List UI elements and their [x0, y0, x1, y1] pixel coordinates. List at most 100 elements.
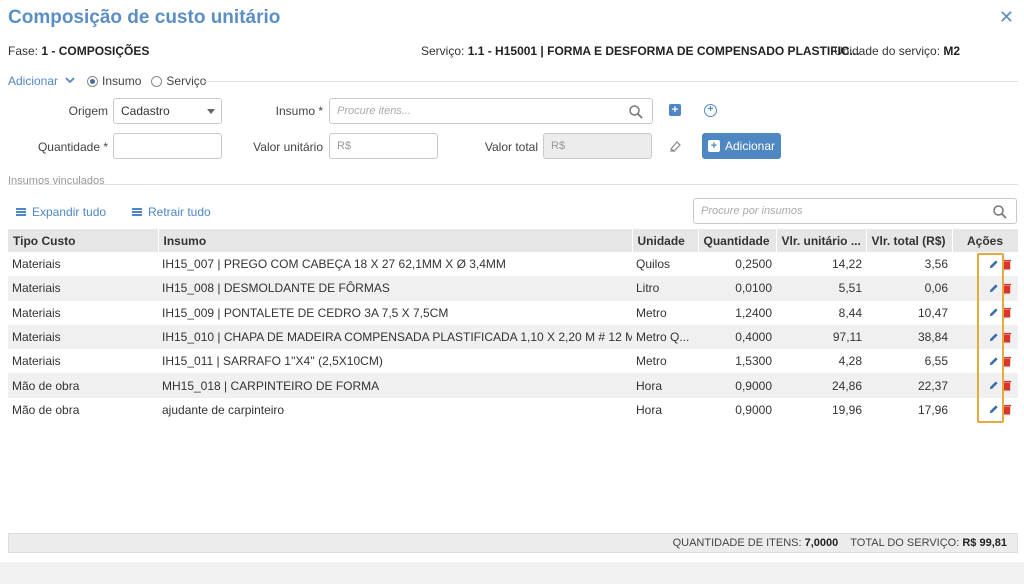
- add-insumo-icon[interactable]: +: [669, 104, 681, 116]
- unidade-value: M2: [943, 44, 961, 58]
- cell-vlr-total: 17,96: [917, 402, 948, 417]
- cell-unidade: Metro Q...: [632, 324, 698, 350]
- cell-insumo: IH15_007 | PREGO COM CABEÇA 18 X 27 62,1…: [162, 257, 506, 272]
- fase-value: 1 - COMPOSIÇÕES: [41, 44, 150, 58]
- search-icon: [993, 205, 1007, 219]
- edit-icon[interactable]: [988, 380, 999, 391]
- table-row[interactable]: Mão de obra ajudante de carpinteiro Hora 0,…: [8, 398, 1018, 422]
- cell-vlr-total: 22,37: [866, 373, 952, 398]
- cell-vlr-unitario: 24,86: [776, 373, 866, 398]
- fase-info: Fase: 1 - COMPOSIÇÕES: [8, 44, 149, 58]
- edit-icon[interactable]: [988, 356, 999, 367]
- cell-acoes: [952, 373, 1018, 398]
- cell-acoes: [952, 349, 1018, 373]
- plus-icon: +: [707, 140, 720, 152]
- cell-tipo-custo: Materiais: [12, 354, 61, 369]
- quantidade-input[interactable]: [113, 133, 222, 159]
- total-value: R$ 99,81: [962, 537, 1007, 549]
- cell-vlr-total: 10,47: [917, 305, 948, 320]
- zoom-add-icon[interactable]: +: [704, 104, 717, 117]
- delete-icon[interactable]: [1002, 332, 1012, 343]
- delete-icon[interactable]: [1002, 283, 1012, 294]
- cell-insumo: MH15_018 | CARPINTEIRO DE FORMA: [158, 373, 632, 398]
- cell-tipo-custo: Materiais: [12, 305, 61, 320]
- delete-icon[interactable]: [1002, 307, 1012, 318]
- section-title: Insumos vinculados: [8, 175, 105, 187]
- origem-value: Cadastro: [121, 104, 170, 118]
- insumos-search-input[interactable]: Procure por insumos: [693, 198, 1017, 224]
- collapse-label: Retrair tudo: [148, 205, 211, 219]
- table-row[interactable]: Materiais IH15_011 | SARRAFO 1''X4'' (2,5…: [8, 349, 1018, 373]
- col-tipo-custo[interactable]: Tipo Custo: [8, 229, 159, 252]
- unidade-info: Unidade do serviço: M2: [834, 44, 960, 58]
- table-row[interactable]: Materiais IH15_009 | PONTALETE DE CEDRO 3…: [8, 301, 1018, 325]
- cell-vlr-total: 3,56: [924, 257, 948, 272]
- edit-icon[interactable]: [988, 307, 999, 318]
- delete-icon[interactable]: [1002, 356, 1012, 367]
- col-insumo[interactable]: Insumo: [158, 229, 633, 252]
- table-row[interactable]: Mão de obra MH15_018 | CARPINTEIRO DE FOR…: [8, 373, 1018, 398]
- edit-icon[interactable]: [988, 404, 999, 415]
- insumo-search-input[interactable]: Procure itens...: [329, 98, 653, 124]
- table-row[interactable]: Materiais IH15_010 | CHAPA DE MADEIRA COM…: [8, 324, 1018, 350]
- cell-vlr-unitario: 19,96: [831, 402, 862, 417]
- edit-icon[interactable]: [988, 332, 999, 343]
- cell-quantidade: 1,5300: [735, 354, 772, 369]
- chevron-down-icon[interactable]: [65, 76, 75, 87]
- table-row[interactable]: Materiais IH15_008 | DESMOLDANTE DE FÔRMA…: [8, 276, 1018, 301]
- cell-quantidade: 0,4000: [698, 324, 776, 350]
- table-row[interactable]: Materiais IH15_007 | PREGO COM CABEÇA 18 …: [8, 252, 1018, 276]
- section-divider: [8, 184, 1018, 185]
- search-icon: [629, 105, 643, 119]
- unidade-label: Unidade do serviço:: [834, 44, 941, 58]
- fase-label: Fase:: [8, 44, 39, 58]
- close-icon[interactable]: ✕: [999, 8, 1014, 26]
- cell-acoes: [952, 324, 1018, 350]
- delete-icon[interactable]: [1002, 380, 1012, 391]
- cell-vlr-total: 0,06: [866, 276, 952, 301]
- add-button[interactable]: + Adicionar: [702, 133, 781, 159]
- expand-all-button[interactable]: Expandir tudo: [16, 205, 106, 219]
- cell-vlr-unitario: 5,51: [776, 276, 866, 301]
- cell-tipo-custo: Materiais: [8, 324, 158, 350]
- edit-icon[interactable]: [988, 259, 999, 270]
- radio-insumo[interactable]: [87, 75, 99, 87]
- qty-summary: QUANTIDADE DE ITENS: 7,0000: [673, 537, 839, 549]
- valor-total-placeholder: R$: [551, 140, 566, 152]
- radio-servico-label: Serviço: [166, 74, 207, 88]
- cell-vlr-total: 6,55: [924, 354, 948, 369]
- edit-icon[interactable]: [988, 283, 999, 294]
- cell-insumo: IH15_009 | PONTALETE DE CEDRO 3A 7,5 X 7…: [162, 305, 449, 320]
- cell-tipo-custo: Mão de obra: [12, 402, 80, 417]
- collapse-all-button[interactable]: Retrair tudo: [132, 205, 211, 219]
- col-vlr-total[interactable]: Vlr. total (R$): [866, 229, 953, 252]
- servico-value: 1.1 - H15001 | FORMA E DESFORMA DE COMPE…: [467, 44, 860, 58]
- quantidade-label: Quantidade *: [37, 140, 108, 154]
- cell-unidade: Metro: [636, 354, 667, 369]
- cell-vlr-unitario: 97,11: [776, 324, 866, 350]
- table-header: Tipo Custo Insumo Unidade Quantidade Vlr…: [8, 229, 1019, 252]
- delete-icon[interactable]: [1002, 259, 1012, 270]
- insumos-search-placeholder: Procure por insumos: [701, 205, 803, 217]
- expand-label: Expandir tudo: [32, 205, 107, 219]
- cell-acoes: [952, 252, 1018, 276]
- insumo-label: Insumo *: [275, 104, 323, 118]
- origem-select[interactable]: Cadastro: [113, 98, 222, 124]
- cell-insumo: ajudante de carpinteiro: [162, 402, 285, 417]
- cell-unidade: Hora: [632, 373, 698, 398]
- adicionar-toggle[interactable]: Adicionar: [8, 74, 58, 88]
- col-vlr-unitario[interactable]: Vlr. unitário ...: [776, 229, 867, 252]
- cell-acoes: [952, 301, 1018, 325]
- cell-unidade: Litro: [632, 276, 698, 301]
- delete-icon[interactable]: [1002, 404, 1012, 415]
- valor-unitario-input[interactable]: R$: [329, 133, 438, 159]
- cell-unidade: Hora: [636, 402, 663, 417]
- qty-value: 7,0000: [804, 537, 839, 549]
- qty-label: QUANTIDADE DE ITENS:: [672, 537, 802, 549]
- col-quantidade[interactable]: Quantidade: [698, 229, 777, 252]
- eraser-icon[interactable]: [668, 139, 682, 153]
- col-unidade[interactable]: Unidade: [632, 229, 699, 252]
- cell-vlr-unitario: 4,28: [838, 354, 862, 369]
- cell-tipo-custo: Mão de obra: [8, 373, 158, 398]
- radio-servico[interactable]: [151, 75, 163, 87]
